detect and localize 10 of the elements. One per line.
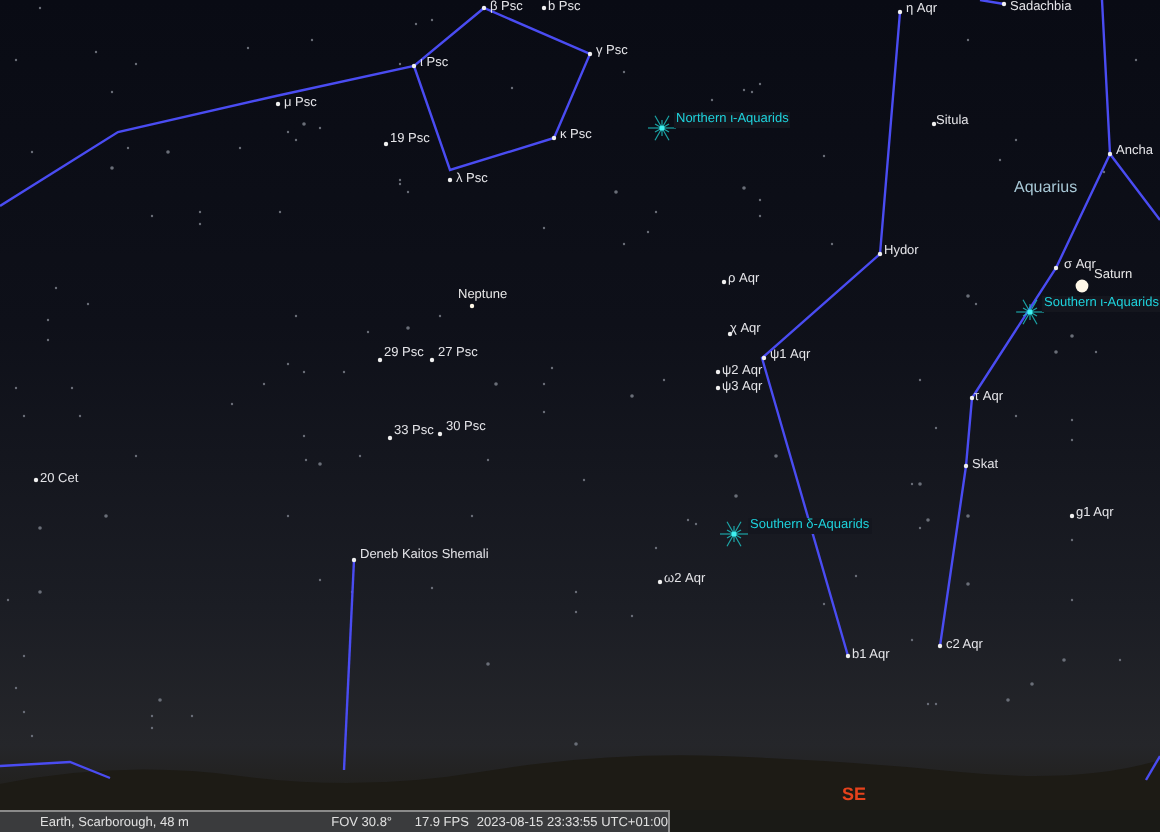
constellation-name: Aquarius [1014,178,1078,196]
constellation-line [1144,755,1160,781]
radiant-icon [1015,299,1045,325]
planet-icon [469,303,475,309]
cardinal-direction: SE [842,784,867,804]
planet-icon [1075,279,1089,293]
radiant-icon [647,115,677,141]
constellation-line [0,760,111,780]
radiant-icon [719,521,749,547]
constellation-line [979,0,1005,6]
